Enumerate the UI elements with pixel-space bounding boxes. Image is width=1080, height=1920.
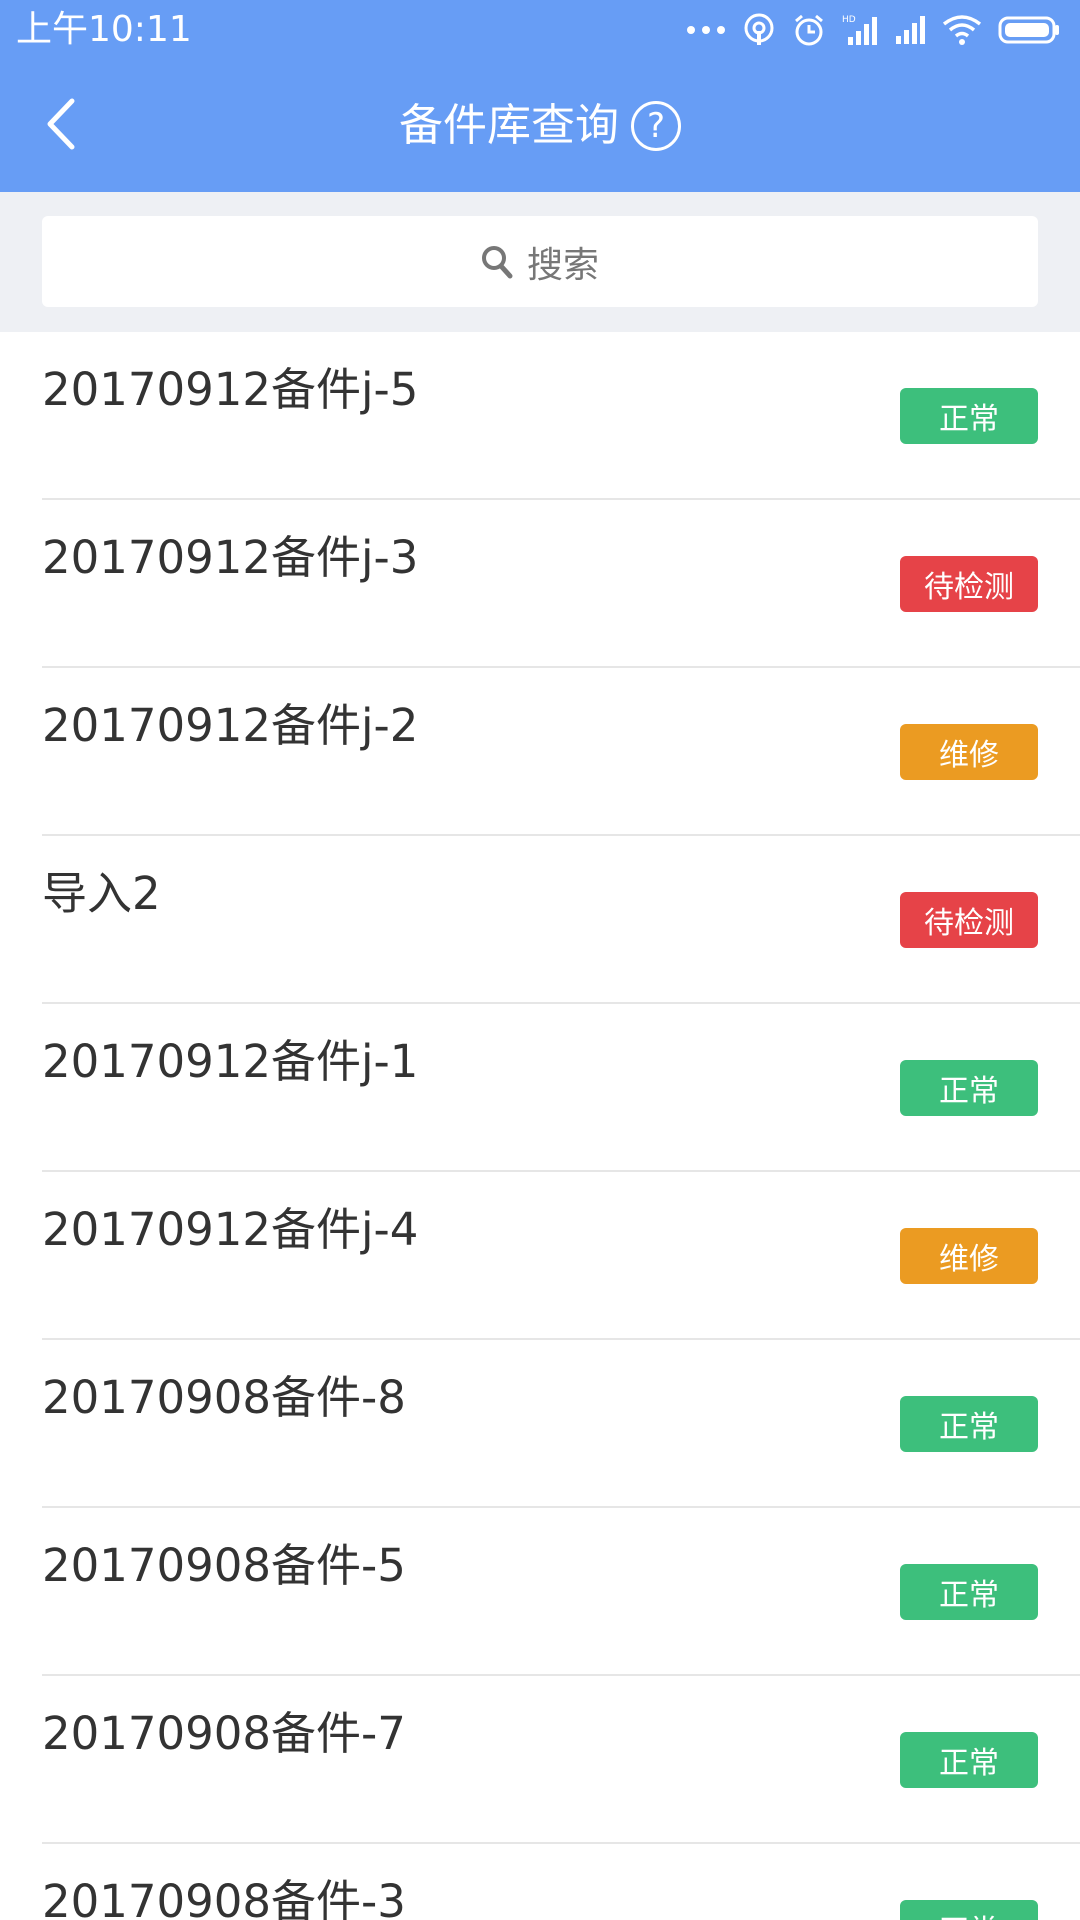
item-name: 20170908备件-8: [42, 1371, 406, 1424]
item-name: 20170908备件-7: [42, 1707, 406, 1760]
title-wrap: 备件库查询 ?: [0, 60, 1080, 192]
status-badge: 待检测: [900, 892, 1038, 948]
list-item[interactable]: 20170912备件j-2 维修: [0, 668, 1080, 836]
page-title: 备件库查询: [399, 100, 619, 151]
list-item[interactable]: 导入2 待检测: [0, 836, 1080, 1004]
list-item[interactable]: 20170912备件j-4 维修: [0, 1172, 1080, 1340]
status-badge: 正常: [900, 388, 1038, 444]
search-area: 搜索: [0, 192, 1080, 332]
spare-parts-list: 20170912备件j-5 正常 20170912备件j-3 待检测 20170912备…: [0, 332, 1080, 1920]
list-item[interactable]: 20170912备件j-3 待检测: [0, 500, 1080, 668]
item-name: 20170908备件-5: [42, 1539, 406, 1592]
screen: 上午10:11 HD 备件库查询 ? 搜索 20170912备件j-5 正常 2…: [0, 0, 1080, 1920]
battery-icon: [998, 16, 1059, 44]
list-item[interactable]: 20170908备件-5 正常: [0, 1508, 1080, 1676]
status-badge: 维修: [900, 724, 1038, 780]
item-name: 导入2: [42, 867, 161, 920]
item-name: 20170912备件j-4: [42, 1203, 419, 1256]
title-bar: 备件库查询 ?: [0, 60, 1080, 192]
hotspot-icon: [744, 13, 774, 45]
item-name: 20170912备件j-5: [42, 363, 419, 416]
list-item[interactable]: 20170912备件j-5 正常: [0, 332, 1080, 500]
status-badge: 正常: [900, 1732, 1038, 1788]
list-item[interactable]: 20170912备件j-1 正常: [0, 1004, 1080, 1172]
status-badge: 正常: [900, 1564, 1038, 1620]
signal-icon: [896, 16, 925, 44]
status-badge: 正常: [900, 1060, 1038, 1116]
signal-hd-icon: HD: [842, 15, 877, 45]
status-badge: 维修: [900, 1228, 1038, 1284]
list-item[interactable]: 20170908备件-7 正常: [0, 1676, 1080, 1844]
item-name: 20170912备件j-1: [42, 1035, 419, 1088]
status-icons: HD: [686, 10, 1060, 50]
search-input[interactable]: 搜索: [42, 216, 1038, 307]
status-time: 上午10:11: [16, 9, 192, 50]
alarm-icon: [795, 14, 823, 46]
wifi-icon: [942, 15, 982, 45]
item-name: 20170912备件j-3: [42, 531, 419, 584]
more-dots-icon: [687, 26, 725, 34]
search-placeholder: 搜索: [526, 244, 599, 286]
svg-text:HD: HD: [842, 15, 856, 25]
list-item[interactable]: 20170908备件-3 正常: [0, 1844, 1080, 1920]
status-badge: 正常: [900, 1396, 1038, 1452]
item-name: 20170908备件-3: [42, 1875, 406, 1920]
status-bar: 上午10:11 HD: [0, 0, 1080, 60]
list-item[interactable]: 20170908备件-8 正常: [0, 1340, 1080, 1508]
status-badge: 正常: [900, 1900, 1038, 1920]
item-name: 20170912备件j-2: [42, 699, 419, 752]
status-badge: 待检测: [900, 556, 1038, 612]
search-icon: [481, 245, 513, 278]
help-circle-icon[interactable]: ?: [631, 101, 681, 151]
